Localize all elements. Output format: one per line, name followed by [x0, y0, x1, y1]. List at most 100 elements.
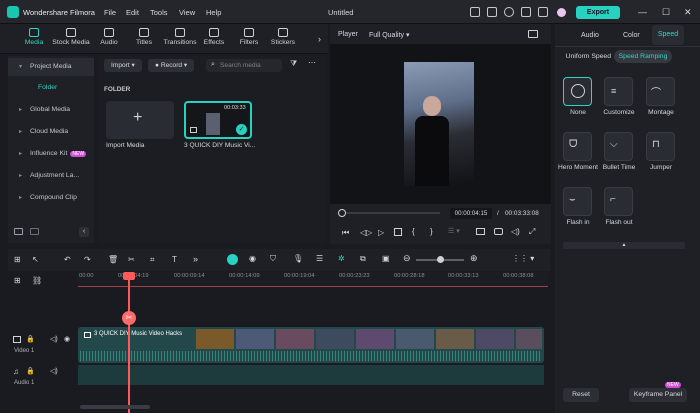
more-icon[interactable]: ⋯ — [308, 58, 316, 67]
playhead-handle[interactable] — [123, 272, 135, 280]
frame-icon[interactable]: ▣ — [382, 254, 390, 263]
audio-lock-icon[interactable]: 🔒 — [26, 367, 35, 375]
track-mute-icon[interactable]: ◁) — [50, 335, 58, 343]
shield-icon[interactable]: ⛉ — [270, 254, 276, 264]
snap-icon[interactable]: ✲ — [338, 254, 345, 263]
add-track-icon[interactable]: ⊞ — [14, 276, 21, 285]
player-progress-track[interactable] — [340, 212, 440, 214]
tab-titles[interactable]: Titles — [125, 28, 163, 46]
tab-color[interactable]: Color — [623, 32, 640, 39]
menu-tools[interactable]: Tools — [150, 8, 168, 17]
audio-track-lane[interactable] — [78, 365, 544, 385]
multi-icon[interactable]: ⧉ — [360, 254, 366, 264]
scissors-icon[interactable]: ✂ — [122, 311, 136, 325]
menu-edit[interactable]: Edit — [126, 8, 139, 17]
export-button[interactable]: Export — [576, 6, 620, 19]
fullscreen-icon[interactable]: ⤢ — [529, 227, 535, 237]
sidebar-item-compound-clip[interactable]: ▸ Compound Clip — [8, 189, 94, 207]
audio-volume-icon[interactable]: ◁) — [50, 367, 58, 375]
tab-media[interactable]: Media — [15, 28, 53, 46]
tab-effects[interactable]: Effects — [195, 28, 233, 46]
sidebar-item-folder[interactable]: Folder — [8, 79, 94, 97]
sidebar-item-influence-kit[interactable]: ▸ Influence Kit NEW — [8, 145, 94, 163]
play-icon[interactable]: ▷ — [378, 228, 384, 237]
grid-icon[interactable] — [538, 7, 548, 17]
search-input[interactable]: Search media — [220, 62, 261, 69]
tab-transitions[interactable]: Transitions — [161, 28, 199, 46]
tab-filters[interactable]: Filters — [230, 28, 268, 46]
speed-option-none[interactable] — [563, 77, 592, 106]
menu-view[interactable]: View — [179, 8, 195, 17]
collapse-icon[interactable]: ‹ — [79, 227, 89, 237]
monitor-icon[interactable] — [476, 228, 485, 235]
list-icon[interactable]: ☰ — [316, 254, 323, 263]
speed-option-flash-in[interactable]: ⌣ — [563, 187, 592, 216]
camera-icon[interactable] — [494, 228, 503, 235]
new-folder-icon[interactable] — [14, 228, 23, 235]
chevron-right-icon[interactable]: › — [318, 34, 321, 44]
eye-icon[interactable]: ◉ — [64, 335, 70, 343]
cloud-icon[interactable] — [504, 7, 514, 17]
microphone-icon[interactable]: 🎙 — [293, 254, 303, 263]
speed-option-bullet-time[interactable]: ⌵ — [604, 132, 633, 161]
tab-audio-props[interactable]: Audio — [581, 32, 599, 39]
keyframe-panel-button[interactable]: Keyframe Panel — [629, 388, 687, 402]
delete-icon[interactable]: 🗑 — [108, 255, 118, 264]
menu-file[interactable]: File — [104, 8, 116, 17]
search-field[interactable]: ⌕ Search media — [206, 59, 282, 72]
sidebar-item-cloud-media[interactable]: ▸ Cloud Media — [8, 123, 94, 141]
split-icon[interactable]: ✂ — [128, 255, 135, 264]
text-icon[interactable]: T — [172, 255, 177, 264]
minimize-icon[interactable]: — — [638, 7, 647, 17]
tab-audio[interactable]: Audio — [90, 28, 128, 46]
zoom-in-icon[interactable]: ⊕ — [470, 253, 478, 264]
undo-icon[interactable]: ↶ — [64, 255, 71, 264]
volume-icon[interactable]: ◁) — [511, 227, 520, 236]
filter-icon[interactable]: ⧩ — [290, 59, 297, 69]
speed-option-customize[interactable]: ≡ — [604, 77, 633, 106]
step-back-icon[interactable]: ◁▷ — [360, 228, 372, 237]
previous-frame-icon[interactable]: ⏮ — [342, 228, 349, 238]
zoom-slider-handle[interactable] — [437, 256, 444, 263]
import-media-tile[interactable]: + — [106, 101, 174, 139]
close-icon[interactable]: ✕ — [684, 7, 692, 18]
uniform-speed-tab[interactable]: Uniform Speed — [563, 50, 611, 63]
timeline-scrollbar[interactable] — [80, 405, 150, 409]
media-clip-thumbnail[interactable]: 00:03:33 ✓ — [184, 101, 252, 139]
maximize-icon[interactable]: ☐ — [662, 7, 670, 18]
import-button[interactable]: Import ▾ — [104, 59, 142, 72]
select-tool-icon[interactable]: ↖ — [32, 255, 39, 264]
zoom-out-icon[interactable]: ⊖ — [403, 253, 411, 264]
menu-help[interactable]: Help — [206, 8, 221, 17]
stop-icon[interactable] — [394, 228, 402, 236]
quality-select[interactable]: Full Quality ▾ — [369, 31, 409, 39]
link-icon[interactable]: ⛓ — [32, 276, 42, 285]
speed-option-montage[interactable]: ⌒ — [646, 77, 675, 106]
sidebar-item-global-media[interactable]: ▸ Global Media — [8, 101, 94, 119]
avatar[interactable] — [557, 8, 566, 17]
track-lock-icon[interactable]: 🔒 — [26, 335, 35, 343]
speed-option-jumper[interactable]: ⊓ — [646, 132, 675, 161]
player-progress-handle[interactable] — [338, 209, 346, 217]
collapse-options-button[interactable]: ▲ — [563, 242, 685, 249]
record-button[interactable]: ● Record ▾ — [148, 59, 195, 72]
current-time[interactable]: 00:00:04:15 — [450, 208, 492, 219]
speed-option-hero-moment[interactable]: ᗜ — [563, 132, 592, 161]
tab-stock-media[interactable]: Stock Media — [52, 28, 90, 46]
sidebar-item-project-media[interactable]: ▾ Project Media — [8, 58, 94, 76]
tab-speed[interactable]: Speed — [652, 25, 684, 45]
ai-icon[interactable] — [227, 254, 238, 265]
playhead[interactable] — [128, 278, 130, 413]
mark-out-icon[interactable]: } — [430, 227, 433, 236]
folder-icon[interactable] — [30, 228, 39, 235]
speed-ramping-tab[interactable]: Speed Ramping — [614, 50, 672, 63]
crop-icon[interactable]: ⌗ — [150, 255, 155, 265]
download-icon[interactable] — [521, 7, 531, 17]
render-preview-icon[interactable]: ☰ ▾ — [448, 227, 460, 235]
sidebar-item-adjustment-layer[interactable]: ▸ Adjustment La... — [8, 167, 94, 185]
layout-icon[interactable]: ⊞ — [14, 255, 21, 264]
reset-button[interactable]: Reset — [563, 388, 599, 402]
tab-stickers[interactable]: Stickers — [264, 28, 302, 46]
grid-view-icon[interactable]: ⋮⋮ ▾ — [512, 254, 534, 263]
speed-option-flash-out[interactable]: ⌐ — [604, 187, 633, 216]
